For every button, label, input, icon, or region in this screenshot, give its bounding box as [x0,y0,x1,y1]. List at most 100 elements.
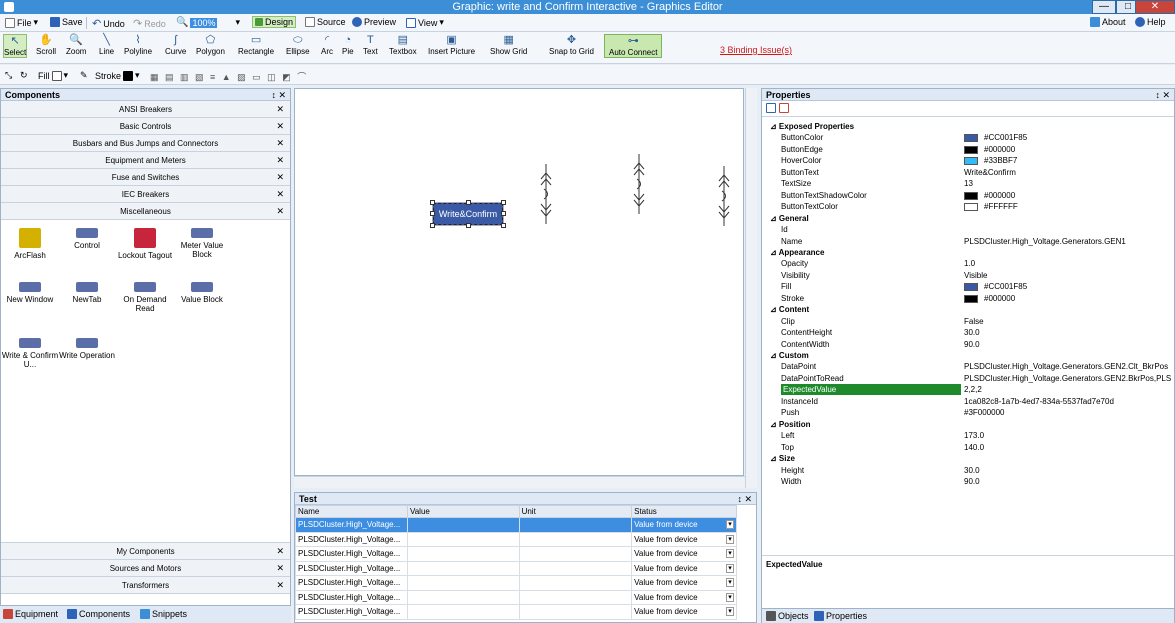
column-header[interactable]: Value [406,505,520,518]
property-value[interactable]: 1.0 [964,258,975,269]
property-value[interactable]: 173.0 [964,430,984,441]
tool-textbox[interactable]: ▤ Textbox [389,34,417,56]
undo-button[interactable]: ↶ Undo [92,17,125,30]
design-canvas[interactable] [294,88,744,476]
chevron-down-icon[interactable]: ▾ [726,534,734,544]
property-row[interactable]: Id [762,224,1174,235]
minimize-button[interactable]: — [1092,0,1116,14]
property-row[interactable]: InstanceId 1ca082c8-1a7b-4ed7-834a-5537fa… [762,396,1174,407]
table-row[interactable]: PLSDCluster.High_Voltage... Value from de… [295,604,737,620]
category-my-components[interactable]: My Components ✕ [1,543,290,560]
chevron-down-icon[interactable]: ▾ [726,549,734,559]
property-value[interactable]: 90.0 [964,339,980,350]
value-cell[interactable] [406,546,520,562]
resize-handle[interactable] [501,200,506,205]
property-row[interactable]: Opacity 1.0 [762,258,1174,269]
categorized-icon[interactable] [766,103,776,113]
canvas-horizontal-scrollbar[interactable] [294,476,745,488]
rotate-icon[interactable]: ↻ [20,70,28,81]
close-icon[interactable]: ✕ [276,543,284,560]
table-row[interactable]: PLSDCluster.High_Voltage... Value from de… [295,546,737,562]
fill-control[interactable]: Fill ▾ [38,70,68,81]
value-cell[interactable] [406,531,520,547]
panel-pin-close[interactable]: ↕ ✕ [737,493,752,505]
category-fuse-and-switches[interactable]: Fuse and Switches ✕ [1,169,290,186]
breaker-symbol[interactable] [540,164,552,224]
property-row[interactable]: ButtonTextShadowColor #000000 [762,190,1174,201]
tab-equipment[interactable]: Equipment [3,609,58,619]
view-menu[interactable]: View ▾ [406,17,444,28]
category-iec-breakers[interactable]: IEC Breakers ✕ [1,186,290,203]
close-button[interactable]: ✕ [1135,0,1175,14]
property-value[interactable]: 140.0 [964,442,984,453]
property-value[interactable]: False [964,316,984,327]
sort-icon[interactable] [778,103,789,113]
close-icon[interactable]: ✕ [276,577,284,594]
component-item[interactable]: Value Block [173,282,231,304]
property-value[interactable]: #33BBF7 [964,155,1017,166]
close-icon[interactable]: ✕ [276,203,284,220]
property-value[interactable]: Visible [964,270,987,281]
category-equipment-and-meters[interactable]: Equipment and Meters ✕ [1,152,290,169]
property-row[interactable]: Visibility Visible [762,270,1174,281]
table-row[interactable]: PLSDCluster.High_Voltage... Value from de… [295,560,737,576]
tab-objects[interactable]: Objects [766,611,809,621]
category-miscellaneous[interactable]: Miscellaneous ✕ [1,203,290,220]
resize-handle[interactable] [430,200,435,205]
close-icon[interactable]: ✕ [276,135,284,152]
tool-rectangle[interactable]: ▭ Rectangle [238,34,274,56]
status-cell[interactable]: Value from device ▾ [631,604,737,620]
tab-components[interactable]: Components [67,609,130,619]
resize-handle[interactable] [466,223,471,228]
status-cell[interactable]: Value from device ▾ [631,560,737,576]
value-cell[interactable] [406,589,520,605]
component-item[interactable]: Write & Confirm U... [1,338,59,369]
property-row[interactable]: ContentHeight 30.0 [762,327,1174,338]
status-cell[interactable]: Value from device ▾ [631,531,737,547]
close-icon[interactable]: ✕ [276,560,284,577]
property-row[interactable]: ButtonEdge #000000 [762,144,1174,155]
property-value[interactable]: #CC001F85 [964,132,1027,143]
property-value[interactable]: PLSDCluster.High_Voltage.Generators.GEN2… [964,361,1168,372]
binding-issues-link[interactable]: 3 Binding Issue(s) [720,45,792,55]
alignment-tools[interactable]: ▦ ▤ ▥ ▧ ≡ ▲ ▨ ▭ ◫ ◩ ⌒ [150,70,308,83]
tool-curve[interactable]: ∫ Curve [165,34,186,56]
chevron-down-icon[interactable]: ▾ [726,592,734,602]
property-value[interactable]: 2,2,2 [964,384,982,395]
design-tab[interactable]: Design [252,16,297,28]
about-button[interactable]: About [1090,17,1126,27]
property-value[interactable]: 90.0 [964,476,980,487]
component-item[interactable]: Control [58,228,116,250]
table-row[interactable]: PLSDCluster.High_Voltage... Value from de… [295,517,737,533]
chevron-down-icon[interactable]: ▾ [726,607,734,617]
property-value[interactable]: 1ca082c8-1a7b-4ed7-834a-5537fad7e70d [964,396,1114,407]
value-cell[interactable] [406,604,520,620]
stroke-icon[interactable]: ✎ [80,70,88,81]
chevron-down-icon[interactable]: ▾ [726,520,734,530]
auto-connect-button[interactable]: ⊶ Auto Connect [604,34,663,58]
component-item[interactable]: ArcFlash [1,228,59,260]
panel-pin-close[interactable]: ↕ ✕ [1155,89,1170,101]
close-icon[interactable]: ✕ [276,118,284,135]
component-item[interactable]: Write Operation [58,338,116,360]
component-item[interactable]: New Window [1,282,59,304]
table-row[interactable]: PLSDCluster.High_Voltage... Value from de… [295,575,737,591]
category-sources-and-motors[interactable]: Sources and Motors ✕ [1,560,290,577]
category-ansi-breakers[interactable]: ANSI Breakers ✕ [1,101,290,118]
source-tab[interactable]: Source [305,17,346,27]
tab-snippets[interactable]: Snippets [140,609,187,619]
resize-handle[interactable] [430,211,435,216]
canvas-vertical-scrollbar[interactable] [745,88,757,488]
property-row[interactable]: Left 173.0 [762,430,1174,441]
tool-polygon[interactable]: ⬠ Polygon [196,34,225,56]
tool-snap-to-grid[interactable]: ✥ Snap to Grid [549,34,594,56]
property-row[interactable]: Name PLSDCluster.High_Voltage.Generators.… [762,236,1174,247]
chevron-down-icon[interactable]: ▾ [726,563,734,573]
resize-handle[interactable] [501,223,506,228]
close-icon[interactable]: ✕ [276,152,284,169]
tool-insert-picture[interactable]: ▣ Insert Picture [428,34,475,56]
property-value[interactable]: PLSDCluster.High_Voltage.Generators.GEN1 [964,236,1126,247]
table-row[interactable]: PLSDCluster.High_Voltage... Value from de… [295,589,737,605]
status-cell[interactable]: Value from device ▾ [631,575,737,591]
breaker-symbol[interactable] [633,154,645,214]
